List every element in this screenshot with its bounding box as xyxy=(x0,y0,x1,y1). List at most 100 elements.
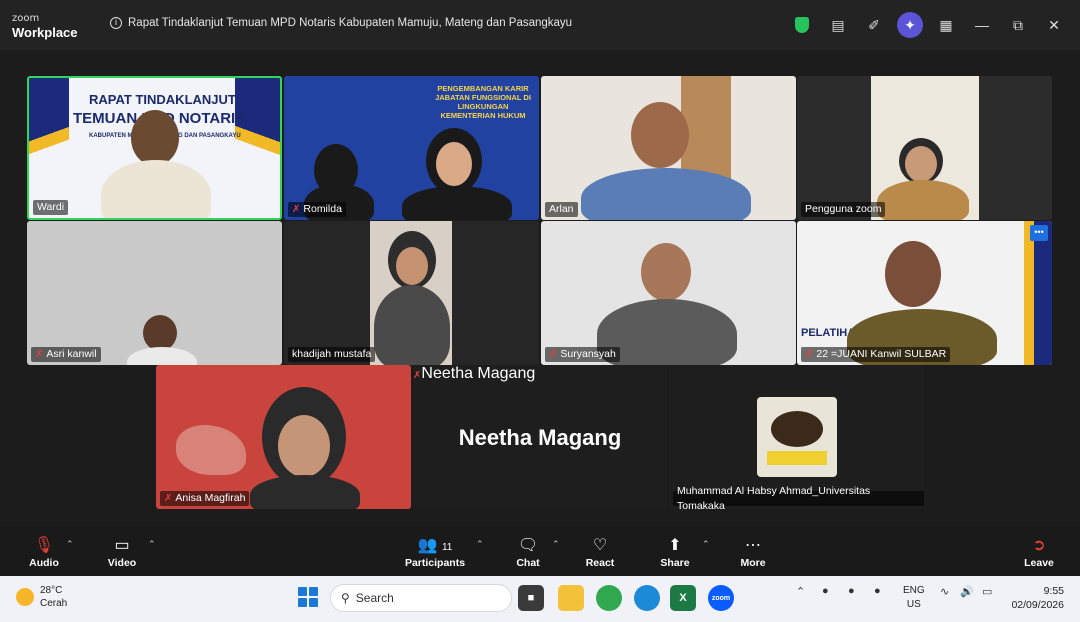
taskbar-search[interactable]: ⚲ Search xyxy=(330,584,512,612)
participant-name: ✗ Romilda xyxy=(288,202,346,217)
share-button[interactable]: ⬆ Share xyxy=(658,535,692,569)
participant-body xyxy=(127,347,197,365)
participant-face xyxy=(131,110,179,166)
zoom-window: zoom Workplace i Rapat Tindaklanjut Temu… xyxy=(0,0,1080,622)
slide-decoration xyxy=(1012,221,1052,365)
participant-name: ✗ Suryansyah xyxy=(545,347,620,362)
participant-face xyxy=(278,415,330,477)
video-button[interactable]: ▭ Video xyxy=(104,535,140,569)
more-label: More xyxy=(740,557,766,569)
video-tile-wardi[interactable]: RAPAT TINDAKLANJUT TEMUAN MPD NOTARIS KA… xyxy=(27,76,282,220)
audio-button[interactable]: 🎙 Audio xyxy=(26,535,62,569)
participant-name: Pengguna zoom xyxy=(801,202,886,217)
participant-body xyxy=(101,160,211,218)
participant-body xyxy=(250,475,360,509)
chevron-up-icon[interactable]: ⌃ xyxy=(552,539,560,550)
react-button[interactable]: ♡ React xyxy=(584,535,616,569)
participant-display-name: Neetha Magang xyxy=(458,425,622,450)
battery-icon[interactable]: ▭ xyxy=(982,585,992,598)
slide-title: PENGEMBANGAN KARIR JABATAN FUNGSIONAL DI… xyxy=(435,84,531,120)
tray-app-icon[interactable]: ● xyxy=(874,585,881,597)
tile-options-button[interactable]: ••• xyxy=(1030,225,1048,241)
excel-icon[interactable]: X xyxy=(670,585,696,611)
chrome-icon[interactable] xyxy=(596,585,622,611)
video-tile-muhammad-al-habsy[interactable]: Muhammad Al Habsy Ahmad_Universitas Toma… xyxy=(669,365,924,509)
logo-zoom: zoom xyxy=(12,13,40,24)
info-icon[interactable]: i xyxy=(110,17,122,29)
language-indicator[interactable]: ENG US xyxy=(903,584,925,612)
chevron-up-icon[interactable]: ⌃ xyxy=(702,539,710,550)
heart-icon: ♡ xyxy=(592,537,608,554)
volume-icon[interactable]: 🔊 xyxy=(960,585,974,598)
whiteboard-icon[interactable]: ✐ xyxy=(856,12,892,38)
video-tile-arlan[interactable]: Arlan xyxy=(541,76,796,220)
shield-icon[interactable] xyxy=(784,12,820,38)
task-view-icon[interactable]: ■ xyxy=(518,585,544,611)
file-explorer-icon[interactable] xyxy=(558,585,584,611)
chat-icon: 🗨 xyxy=(517,537,539,554)
video-tile-anisa-magfirah[interactable]: ✗ Anisa Magfirah xyxy=(156,365,411,509)
video-tile-juani[interactable]: PELATIHA ••• ✗ 22 =JUANI Kanwil SULBAR xyxy=(797,221,1052,365)
mic-off-icon: ✗ xyxy=(805,349,814,360)
chat-label: Chat xyxy=(516,557,540,569)
meeting-info[interactable]: i Rapat Tindaklanjut Temuan MPD Notaris … xyxy=(110,17,572,29)
weather-condition: Cerah xyxy=(40,598,68,609)
chat-button[interactable]: 🗨 Chat xyxy=(512,535,544,569)
participant-body xyxy=(402,186,512,220)
weather-text: 28°C Cerah xyxy=(40,584,67,610)
restore-icon[interactable]: ⧉ xyxy=(1000,12,1036,38)
notes-icon[interactable]: ▤ xyxy=(820,12,856,38)
chevron-up-icon[interactable]: ⌃ xyxy=(148,539,156,550)
more-button[interactable]: ⋯ More xyxy=(736,535,770,569)
meeting-title: Rapat Tindaklanjut Temuan MPD Notaris Ka… xyxy=(128,17,573,29)
video-tile-neetha-magang[interactable]: Neetha Magang ✗Neetha Magang xyxy=(413,365,667,509)
participant-name: ✗Neetha Magang xyxy=(413,365,536,382)
apps-grid-icon[interactable]: ▦ xyxy=(928,12,964,38)
close-icon[interactable]: ✕ xyxy=(1036,12,1072,38)
ai-companion-button[interactable]: ✦ xyxy=(892,12,928,38)
chevron-up-icon[interactable]: ⌃ xyxy=(796,585,805,598)
system-clock[interactable]: 9:55 02/09/2026 xyxy=(1011,584,1064,612)
participant-body xyxy=(374,285,450,365)
camera-icon: ▭ xyxy=(114,537,130,554)
mic-off-icon: ✗ xyxy=(292,204,301,215)
meeting-toolbar: 🎙 Audio ⌃ ▭ Video ⌃ 👥 11 Participants ⌃ … xyxy=(0,527,1080,576)
avatar-image xyxy=(767,451,827,465)
chevron-up-icon[interactable]: ⌃ xyxy=(476,539,484,550)
participant-name: khadijah mustafa xyxy=(288,347,376,362)
participants-button[interactable]: 👥 11 Participants xyxy=(404,535,466,569)
tray-app-icon[interactable]: ● xyxy=(822,585,829,597)
zoom-app-icon[interactable]: zoom xyxy=(708,585,734,611)
video-tile-suryansyah[interactable]: ✗ Suryansyah xyxy=(541,221,796,365)
video-label: Video xyxy=(107,557,137,569)
leave-label: Leave xyxy=(1024,557,1054,569)
leave-button[interactable]: ➲ Leave xyxy=(1022,535,1056,569)
mic-off-icon: ✗ xyxy=(35,349,44,360)
edge-icon[interactable] xyxy=(634,585,660,611)
participant-face xyxy=(436,142,472,186)
participant-name: Arlan xyxy=(545,202,578,217)
video-tile-pengguna-zoom[interactable]: Pengguna zoom xyxy=(797,76,1052,220)
video-tile-asri-kanwil[interactable]: ✗ Asri kanwil xyxy=(27,221,282,365)
share-label: Share xyxy=(660,557,690,569)
video-tile-romilda[interactable]: PENGEMBANGAN KARIR JABATAN FUNGSIONAL DI… xyxy=(284,76,539,220)
clock-date: 02/09/2026 xyxy=(1011,599,1064,611)
wifi-icon[interactable]: ∿ xyxy=(940,585,949,598)
tray-app-icon[interactable]: ● xyxy=(848,585,855,597)
title-bar: zoom Workplace i Rapat Tindaklanjut Temu… xyxy=(0,0,1080,50)
video-tile-khadijah-mustafa[interactable]: khadijah mustafa xyxy=(284,221,539,365)
slide-title-1: RAPAT TINDAKLANJUT xyxy=(89,92,236,107)
slide-subtitle: KABUPATEN MAMUJU, MATENG DAN PASANGKAYU xyxy=(89,133,241,139)
start-button[interactable] xyxy=(298,587,318,607)
ai-companion-icon: ✦ xyxy=(897,12,923,38)
participant-face xyxy=(396,247,428,285)
participant-face xyxy=(885,241,941,307)
weather-widget[interactable]: 28°C Cerah xyxy=(16,584,67,610)
windows-taskbar: 28°C Cerah ⚲ Search ■ X zoom ⌃ ● ● ● ENG… xyxy=(0,576,1080,622)
participant-name: ✗ 22 =JUANI Kanwil SULBAR xyxy=(801,347,951,362)
chevron-up-icon[interactable]: ⌃ xyxy=(66,539,74,550)
clock-time: 9:55 xyxy=(1043,585,1064,597)
participant-body xyxy=(877,180,969,220)
minimize-icon[interactable]: — xyxy=(964,12,1000,38)
avatar xyxy=(757,397,837,477)
